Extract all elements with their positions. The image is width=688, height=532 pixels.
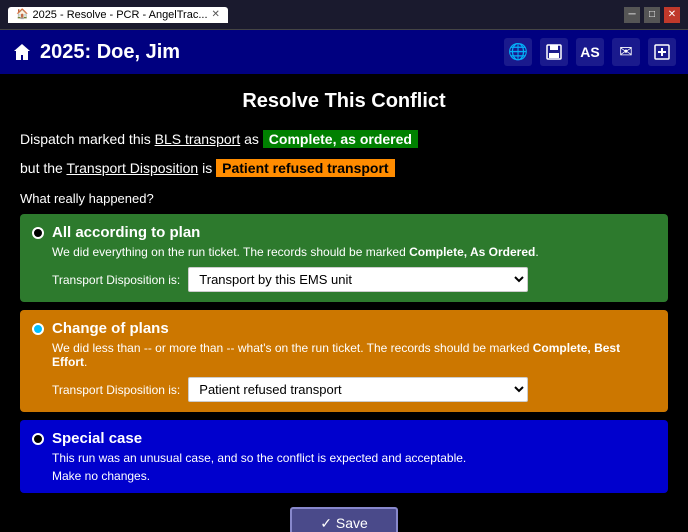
line1-middle: as: [240, 131, 263, 147]
tab-close-icon[interactable]: ✕: [212, 9, 220, 20]
conflict-line-2: but the Transport Disposition is Patient…: [20, 158, 668, 179]
option-change-select[interactable]: Transport by this EMS unit Patient refus…: [188, 377, 528, 402]
option-change-header: Change of plans: [32, 320, 656, 337]
globe-icon[interactable]: 🌐: [504, 38, 532, 66]
add-icon[interactable]: [648, 38, 676, 66]
home-icon: [12, 42, 32, 62]
app-title: 2025: Doe, Jim: [12, 41, 180, 64]
transport-disposition-link[interactable]: Transport Disposition: [66, 160, 198, 176]
option-plan-select-label: Transport Disposition is:: [52, 273, 180, 287]
option-plan-radio[interactable]: [32, 227, 44, 239]
minimize-button[interactable]: ─: [624, 7, 640, 23]
complete-badge: Complete, as ordered: [263, 130, 418, 148]
as-icon[interactable]: AS: [576, 38, 604, 66]
line2-prefix: but the: [20, 160, 66, 176]
question-label: What really happened?: [20, 191, 668, 206]
option-change-disposition-row: Transport Disposition is: Transport by t…: [52, 377, 656, 402]
browser-tab[interactable]: 🏠 2025 - Resolve - PCR - AngelTrac... ✕: [8, 7, 228, 23]
option-change-desc: We did less than -- or more than -- what…: [52, 341, 656, 369]
option-special-desc-2: Make no changes.: [52, 469, 656, 483]
line2-middle: is: [198, 160, 216, 176]
option-change-select-label: Transport Disposition is:: [52, 383, 180, 397]
option-plan-header: All according to plan: [32, 224, 656, 241]
conflict-line-1: Dispatch marked this BLS transport as Co…: [20, 129, 668, 150]
option-plan-select[interactable]: Transport by this EMS unit Patient refus…: [188, 267, 528, 292]
window-controls: ─ □ ✕: [624, 7, 680, 23]
app-bar: 2025: Doe, Jim 🌐 AS ✉: [0, 30, 688, 74]
option-change-radio[interactable]: [32, 323, 44, 335]
page-title: Resolve This Conflict: [20, 90, 668, 113]
option-special-header: Special case: [32, 430, 656, 447]
app-bar-icons: 🌐 AS ✉: [504, 38, 676, 66]
option-plan-box[interactable]: All according to plan We did everything …: [20, 214, 668, 302]
option-plan-desc: We did everything on the run ticket. The…: [52, 245, 656, 259]
option-plan-title: All according to plan: [52, 224, 200, 241]
mail-icon[interactable]: ✉: [612, 38, 640, 66]
option-special-title: Special case: [52, 430, 142, 447]
main-content: Resolve This Conflict Dispatch marked th…: [0, 74, 688, 532]
save-button[interactable]: ✓ Save: [290, 507, 398, 532]
line1-prefix: Dispatch marked this: [20, 131, 155, 147]
option-special-box[interactable]: Special case This run was an unusual cas…: [20, 420, 668, 493]
option-plan-disposition-row: Transport Disposition is: Transport by t…: [52, 267, 656, 292]
maximize-button[interactable]: □: [644, 7, 660, 23]
option-special-desc-1: This run was an unusual case, and so the…: [52, 451, 656, 465]
patient-title: 2025: Doe, Jim: [40, 41, 180, 64]
save-icon[interactable]: [540, 38, 568, 66]
bls-transport-link[interactable]: BLS transport: [155, 131, 241, 147]
option-change-title: Change of plans: [52, 320, 169, 337]
close-button[interactable]: ✕: [664, 7, 680, 23]
option-special-radio[interactable]: [32, 433, 44, 445]
refused-transport-badge: Patient refused transport: [216, 159, 394, 177]
save-row: ✓ Save: [20, 507, 668, 532]
tab-label: 2025 - Resolve - PCR - AngelTrac...: [32, 9, 207, 21]
option-change-box[interactable]: Change of plans We did less than -- or m…: [20, 310, 668, 412]
title-bar-left: 🏠 2025 - Resolve - PCR - AngelTrac... ✕: [8, 7, 624, 23]
title-bar: 🏠 2025 - Resolve - PCR - AngelTrac... ✕ …: [0, 0, 688, 30]
